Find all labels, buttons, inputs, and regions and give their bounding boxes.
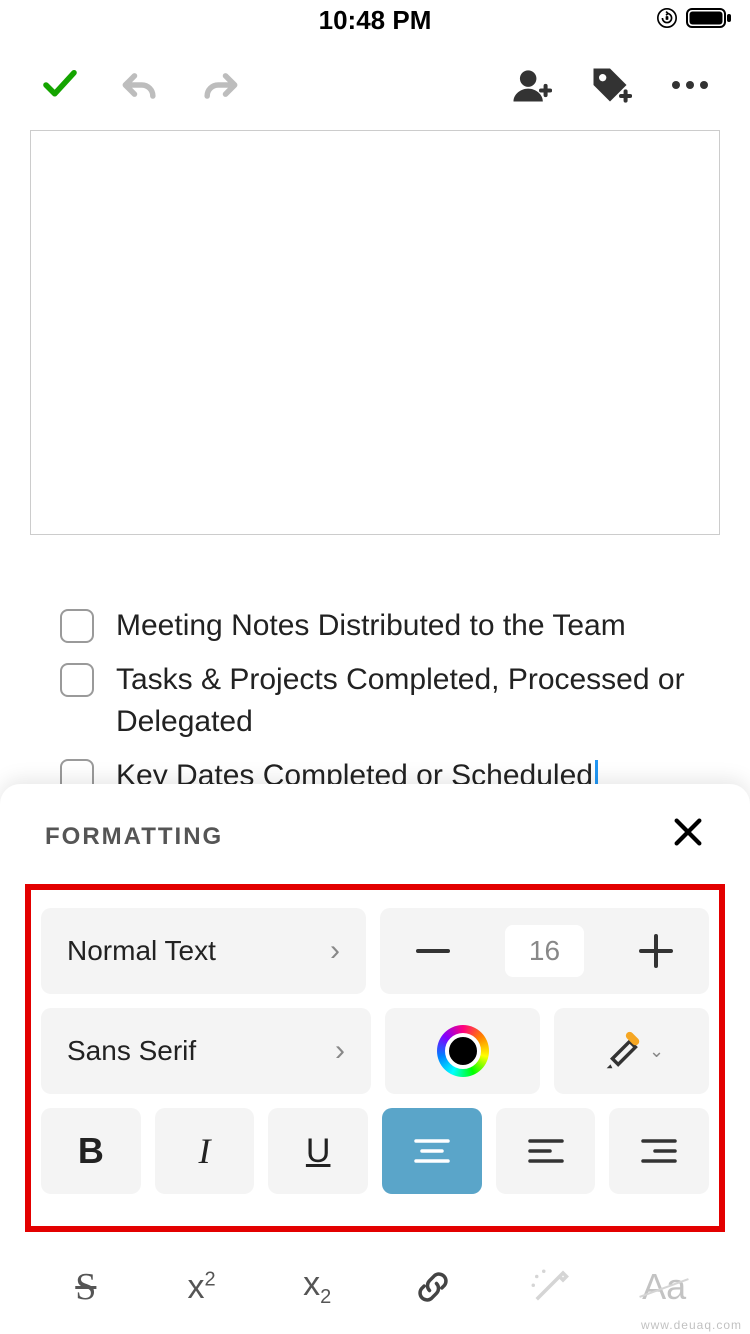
text-style-selector[interactable]: Normal Text ›: [41, 908, 366, 994]
font-size-decrease[interactable]: [408, 949, 458, 953]
done-button[interactable]: [30, 55, 90, 115]
person-add-icon: [508, 63, 552, 107]
italic-button[interactable]: I: [155, 1108, 255, 1194]
chevron-down-icon: ⌄: [649, 1041, 664, 1062]
italic-icon: I: [199, 1130, 211, 1172]
note-body-area[interactable]: [30, 130, 720, 535]
share-button[interactable]: [500, 55, 560, 115]
align-left-button[interactable]: [496, 1108, 596, 1194]
magic-button[interactable]: [498, 1252, 600, 1322]
subscript-icon: x2: [303, 1265, 331, 1309]
checkmark-icon: [39, 64, 81, 106]
note-toolbar: [0, 40, 750, 130]
font-family-selector[interactable]: Sans Serif ›: [41, 1008, 371, 1094]
formatting-panel: FORMATTING Normal Text › 16: [0, 784, 750, 1334]
text-color-button[interactable]: [385, 1008, 540, 1094]
highlighter-icon: [599, 1028, 645, 1074]
align-left-icon: [526, 1136, 566, 1166]
checklist-text[interactable]: Tasks & Projects Completed, Processed or…: [116, 659, 710, 743]
underline-button[interactable]: U: [268, 1108, 368, 1194]
plus-icon: [639, 934, 673, 968]
watermark: www.deuaq.com: [641, 1318, 742, 1332]
close-button[interactable]: [671, 814, 705, 859]
align-right-button[interactable]: [609, 1108, 709, 1194]
link-icon: [412, 1266, 454, 1308]
strikethrough-icon: S: [75, 1265, 96, 1309]
bold-icon: B: [78, 1130, 104, 1172]
align-right-icon: [639, 1136, 679, 1166]
align-center-button[interactable]: [382, 1108, 482, 1194]
redo-icon: [198, 63, 242, 107]
tag-add-icon: [588, 63, 632, 107]
strikethrough-button[interactable]: S: [35, 1252, 137, 1322]
formatting-title: FORMATTING: [45, 823, 223, 851]
font-size-value: 16: [505, 925, 584, 977]
battery-icon: [686, 7, 732, 34]
more-icon: [668, 79, 712, 91]
status-time: 10:48 PM: [319, 5, 432, 36]
checkbox[interactable]: [60, 663, 94, 697]
minus-icon: [416, 949, 450, 953]
underline-icon: U: [306, 1132, 331, 1171]
font-family-label: Sans Serif: [67, 1035, 196, 1067]
superscript-button[interactable]: x2: [151, 1252, 253, 1322]
redo-button[interactable]: [190, 55, 250, 115]
status-bar: 10:48 PM: [0, 0, 750, 40]
text-style-label: Normal Text: [67, 935, 216, 967]
align-center-icon: [412, 1136, 452, 1166]
tag-button[interactable]: [580, 55, 640, 115]
checklist-text[interactable]: Meeting Notes Distributed to the Team: [116, 605, 626, 647]
highlight-annotation: Normal Text › 16 Sans Serif ›: [25, 884, 725, 1232]
more-button[interactable]: [660, 55, 720, 115]
rotation-lock-icon: [656, 7, 678, 34]
formatting-extras-row: S x2 x2 Aa: [25, 1232, 725, 1334]
font-size-stepper: 16: [380, 908, 709, 994]
checklist-item[interactable]: Tasks & Projects Completed, Processed or…: [60, 659, 710, 743]
undo-icon: [118, 63, 162, 107]
superscript-icon: x2: [187, 1268, 215, 1307]
color-wheel-icon: [437, 1025, 489, 1077]
close-icon: [671, 815, 705, 849]
sparkle-icon: [528, 1266, 570, 1308]
checklist-item[interactable]: Meeting Notes Distributed to the Team: [60, 605, 710, 647]
link-button[interactable]: [382, 1252, 484, 1322]
bold-button[interactable]: B: [41, 1108, 141, 1194]
clear-formatting-button[interactable]: Aa: [613, 1252, 715, 1322]
checklist[interactable]: Meeting Notes Distributed to the Team Ta…: [0, 555, 750, 797]
subscript-button[interactable]: x2: [266, 1252, 368, 1322]
font-size-increase[interactable]: [631, 934, 681, 968]
status-right: [656, 7, 732, 34]
clear-format-icon: Aa: [642, 1266, 686, 1308]
chevron-right-icon: ›: [330, 934, 340, 968]
highlighter-button[interactable]: ⌄: [554, 1008, 709, 1094]
chevron-right-icon: ›: [335, 1034, 345, 1068]
checkbox[interactable]: [60, 609, 94, 643]
undo-button[interactable]: [110, 55, 170, 115]
